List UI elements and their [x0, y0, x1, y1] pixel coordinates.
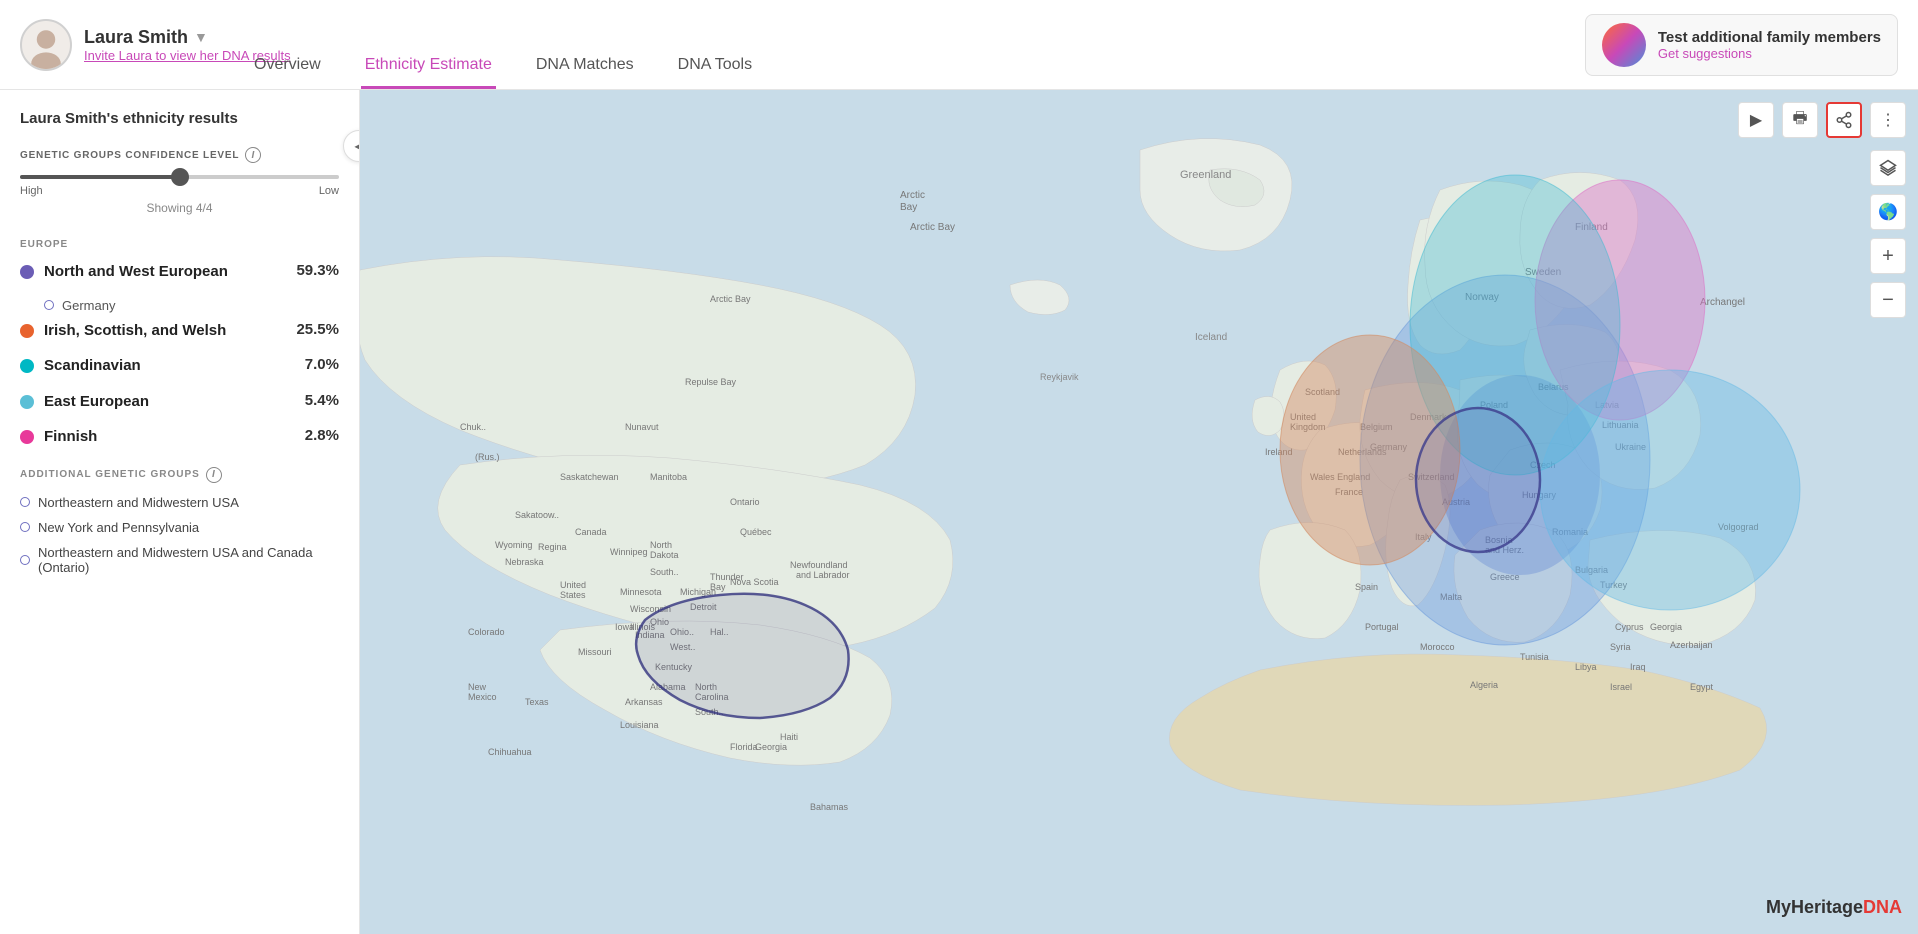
irish-name: Irish, Scottish, and Welsh [44, 321, 286, 341]
finnish-pct: 2.8% [305, 427, 339, 444]
tab-overview[interactable]: Overview [250, 42, 325, 89]
header-right: Test additional family members Get sugge… [1585, 14, 1898, 76]
confidence-label: GENETIC GROUPS CONFIDENCE LEVEL i [20, 147, 339, 163]
collapse-sidebar-button[interactable]: ◀ [343, 130, 360, 162]
confidence-slider[interactable] [20, 175, 339, 179]
finnish-dot [20, 430, 34, 444]
ne-midwestern-dot [20, 497, 30, 507]
irish-pct: 25.5% [296, 321, 339, 338]
ne-midwestern-name: Northeastern and Midwestern USA [38, 495, 239, 510]
ethnicity-east-european[interactable]: East European 5.4% [20, 392, 339, 412]
test-banner[interactable]: Test additional family members Get sugge… [1585, 14, 1898, 76]
sidebar-title: Laura Smith's ethnicity results [20, 110, 339, 127]
additional-ne-midwestern[interactable]: Northeastern and Midwestern USA [20, 495, 339, 510]
germany-name: Germany [62, 298, 115, 313]
more-options-button[interactable]: ⋮ [1870, 102, 1906, 138]
zoom-out-button[interactable]: − [1870, 282, 1906, 318]
sub-germany[interactable]: Germany [44, 298, 339, 313]
europe-section-header: EUROPE [20, 239, 339, 250]
ne-midwestern-canada-name: Northeastern and Midwestern USA and Cana… [38, 545, 339, 575]
ne-midwestern-canada-dot [20, 555, 30, 565]
app-header: Laura Smith ▼ Invite Laura to view her D… [0, 0, 1918, 90]
test-banner-text: Test additional family members Get sugge… [1658, 29, 1881, 61]
ethnicity-overlays [360, 90, 1918, 934]
scandinavian-pct: 7.0% [305, 356, 339, 373]
sidebar: ◀ Laura Smith's ethnicity results GENETI… [0, 90, 360, 934]
tab-dna-matches[interactable]: DNA Matches [532, 42, 638, 89]
test-banner-title: Test additional family members [1658, 29, 1881, 46]
east-european-pct: 5.4% [305, 392, 339, 409]
additional-section-header: ADDITIONAL GENETIC GROUPS i [20, 467, 339, 483]
logo-heritage: Heritage [1791, 897, 1863, 917]
test-banner-link[interactable]: Get suggestions [1658, 46, 1881, 61]
test-banner-image [1602, 23, 1646, 67]
slider-track [20, 175, 339, 179]
showing-text: Showing 4/4 [20, 201, 339, 215]
irish-dot [20, 324, 34, 338]
myheritage-dna-logo: MyHeritageDNA [1766, 897, 1902, 918]
scandinavian-dot [20, 359, 34, 373]
additional-ny-pa[interactable]: New York and Pennsylvania [20, 520, 339, 535]
map-controls-top: ▶ 🖶 ⋮ [1738, 102, 1906, 138]
additional-section: ADDITIONAL GENETIC GROUPS i Northeastern… [20, 467, 339, 575]
main-layout: ◀ Laura Smith's ethnicity results GENETI… [0, 90, 1918, 934]
ethnicity-finnish[interactable]: Finnish 2.8% [20, 427, 339, 447]
nw-european-pct: 59.3% [296, 262, 339, 279]
layers-button[interactable] [1870, 150, 1906, 186]
avatar [20, 19, 72, 71]
nw-european-dot [20, 265, 34, 279]
ny-pa-name: New York and Pennsylvania [38, 520, 199, 535]
scandinavian-name: Scandinavian [44, 356, 295, 376]
tab-ethnicity-estimate[interactable]: Ethnicity Estimate [361, 42, 496, 89]
germany-dot [44, 300, 54, 310]
logo-my: My [1766, 897, 1791, 917]
nav-tabs: Overview Ethnicity Estimate DNA Matches … [250, 42, 756, 89]
tab-dna-tools[interactable]: DNA Tools [674, 42, 756, 89]
ny-pa-dot [20, 522, 30, 532]
ethnicity-scandinavian[interactable]: Scandinavian 7.0% [20, 356, 339, 376]
map-controls-right: 🌎 + − [1870, 150, 1906, 318]
east-european-dot [20, 395, 34, 409]
slider-thumb[interactable] [171, 168, 189, 186]
zoom-in-button[interactable]: + [1870, 238, 1906, 274]
slider-labels: High Low [20, 185, 339, 197]
user-dropdown-caret: ▼ [194, 29, 208, 45]
additional-ne-midwestern-canada[interactable]: Northeastern and Midwestern USA and Cana… [20, 545, 339, 575]
additional-info-icon[interactable]: i [206, 467, 222, 483]
globe-button[interactable]: 🌎 [1870, 194, 1906, 230]
ethnicity-irish[interactable]: Irish, Scottish, and Welsh 25.5% [20, 321, 339, 341]
confidence-info-icon[interactable]: i [245, 147, 261, 163]
ethnicity-nw-european[interactable]: North and West European 59.3% [20, 262, 339, 282]
nw-european-name: North and West European [44, 262, 286, 282]
east-european-name: East European [44, 392, 295, 412]
play-button[interactable]: ▶ [1738, 102, 1774, 138]
share-button[interactable] [1826, 102, 1862, 138]
confidence-section: GENETIC GROUPS CONFIDENCE LEVEL i High L… [20, 147, 339, 215]
finnish-name: Finnish [44, 427, 295, 447]
map-area: Greenland Iceland Reykjavik Norway Swede… [360, 90, 1918, 934]
print-button[interactable]: 🖶 [1782, 102, 1818, 138]
logo-dna: DNA [1863, 897, 1902, 917]
